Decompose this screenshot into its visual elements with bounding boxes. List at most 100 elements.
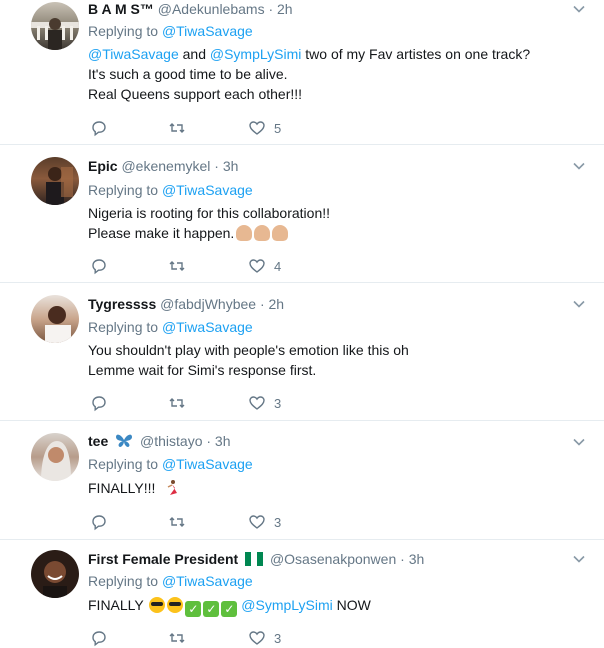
tweet-text-line: It's such a good time to be alive.: [88, 66, 288, 82]
avatar[interactable]: [31, 157, 79, 205]
avatar[interactable]: [31, 433, 79, 481]
heart-icon: [249, 396, 265, 410]
chevron-down-icon[interactable]: [572, 297, 586, 311]
avatar[interactable]: [31, 2, 79, 50]
tweet-actions: 3: [88, 393, 388, 413]
tweet-header: First Female President @Osasenakponwen ·…: [88, 550, 424, 568]
user-handle[interactable]: @Adekunlebams: [158, 1, 265, 17]
tweet-card[interactable]: First Female President @Osasenakponwen ·…: [0, 540, 604, 647]
replying-prefix: Replying to: [88, 182, 162, 198]
tweet-card[interactable]: Tygressss @fabdjWhybee · 2h Replying to …: [0, 283, 604, 421]
sunglasses-emoji: [167, 597, 184, 613]
avatar[interactable]: [31, 550, 79, 598]
reply-icon: [92, 515, 106, 531]
retweet-button[interactable]: [168, 393, 186, 413]
mention-link[interactable]: @SympLySimi: [210, 46, 302, 62]
display-name[interactable]: B A M S™: [88, 1, 154, 17]
like-button[interactable]: 3: [248, 393, 281, 413]
heart-icon: [249, 631, 265, 645]
user-handle[interactable]: @thistayo: [140, 433, 202, 449]
like-button[interactable]: 4: [248, 256, 281, 276]
avatar[interactable]: [31, 295, 79, 343]
replying-prefix: Replying to: [88, 456, 162, 472]
tweet-card[interactable]: Epic @ekenemykel · 3h Replying to @TiwaS…: [0, 145, 604, 283]
reply-button[interactable]: [90, 393, 108, 413]
timestamp[interactable]: · 2h: [260, 296, 284, 312]
check-mark-emoji: ✓: [185, 601, 202, 617]
replying-to: Replying to @TiwaSavage: [88, 318, 253, 336]
display-name[interactable]: First Female President: [88, 551, 238, 567]
reply-button[interactable]: [90, 628, 108, 648]
user-handle[interactable]: @ekenemykel: [121, 158, 210, 174]
retweet-button[interactable]: [168, 256, 186, 276]
timestamp[interactable]: · 3h: [400, 551, 424, 567]
like-count: 3: [274, 395, 282, 411]
like-button[interactable]: 5: [248, 118, 281, 138]
user-handle[interactable]: @fabdjWhybee: [160, 296, 256, 312]
tweet-card[interactable]: B A M S™ @Adekunlebams · 2h Replying to …: [0, 0, 604, 145]
reply-button[interactable]: [90, 118, 108, 138]
replying-to-link[interactable]: @TiwaSavage: [162, 573, 253, 589]
display-name[interactable]: Tygressss: [88, 296, 156, 312]
tweet-actions: 4: [88, 256, 388, 276]
folded-hands-emoji: [236, 225, 253, 241]
display-name[interactable]: Epic: [88, 158, 118, 174]
like-button[interactable]: 3: [248, 628, 281, 648]
mention-link[interactable]: @SympLySimi: [241, 597, 333, 613]
reply-icon: [92, 396, 106, 412]
retweet-button[interactable]: [168, 628, 186, 648]
tweet-header: tee @thistayo · 3h: [88, 432, 231, 450]
tweet-actions: 3: [88, 512, 388, 532]
retweet-button[interactable]: [168, 118, 186, 138]
retweet-icon: [169, 261, 185, 271]
tweet-card[interactable]: tee @thistayo · 3h Replying to @TiwaSava…: [0, 421, 604, 540]
reply-button[interactable]: [90, 256, 108, 276]
reply-icon: [92, 259, 106, 275]
like-count: 3: [274, 514, 282, 530]
tweet-header: B A M S™ @Adekunlebams · 2h: [88, 0, 293, 18]
replying-to: Replying to @TiwaSavage: [88, 455, 253, 473]
chevron-down-icon[interactable]: [572, 552, 586, 566]
sunglasses-emoji: [149, 597, 166, 613]
tweet-text-line: Real Queens support each other!!!: [88, 86, 303, 102]
replying-to-link[interactable]: @TiwaSavage: [162, 456, 253, 472]
tweet-text: @TiwaSavage and @SympLySimi two of my Fa…: [88, 44, 530, 104]
tweet-text-segment: FINALLY: [88, 597, 144, 613]
tweet-text-segment: NOW: [332, 597, 371, 613]
reply-button[interactable]: [90, 512, 108, 532]
replying-to-link[interactable]: @TiwaSavage: [162, 319, 253, 335]
mention-link[interactable]: @TiwaSavage: [88, 46, 179, 62]
tweet-text-segment: and: [178, 46, 210, 62]
display-name[interactable]: tee: [88, 433, 108, 449]
retweet-button[interactable]: [168, 512, 186, 532]
tweet-text-line: FINALLY!!!: [88, 480, 156, 496]
user-handle[interactable]: @Osasenakponwen: [270, 551, 396, 567]
timestamp[interactable]: · 2h: [268, 1, 292, 17]
like-count: 4: [274, 258, 282, 274]
replying-to: Replying to @TiwaSavage: [88, 22, 253, 40]
tweet-text-segment: two of my Fav artistes on one track?: [301, 46, 531, 62]
replying-prefix: Replying to: [88, 573, 162, 589]
replying-to-link[interactable]: @TiwaSavage: [162, 182, 253, 198]
tweet-text-line: Please make it happen.: [88, 225, 235, 241]
replying-to: Replying to @TiwaSavage: [88, 572, 253, 590]
replying-to: Replying to @TiwaSavage: [88, 181, 253, 199]
like-button[interactable]: 3: [248, 512, 281, 532]
like-count: 3: [274, 630, 282, 646]
reply-icon: [92, 631, 106, 647]
butterfly-icon: [116, 434, 133, 447]
replying-to-link[interactable]: @TiwaSavage: [162, 23, 253, 39]
check-mark-emoji: ✓: [221, 601, 238, 617]
retweet-icon: [169, 633, 185, 643]
tweet-text: FINALLY ✓ ✓ ✓ @SympLySimi NOW: [88, 595, 371, 617]
like-count: 5: [274, 120, 282, 136]
chevron-down-icon[interactable]: [572, 159, 586, 173]
tweet-header: Tygressss @fabdjWhybee · 2h: [88, 295, 284, 313]
chevron-down-icon[interactable]: [572, 2, 586, 16]
chevron-down-icon[interactable]: [572, 435, 586, 449]
tweet-text: You shouldn't play with people's emotion…: [88, 340, 409, 380]
tweet-text: Nigeria is rooting for this collaboratio…: [88, 203, 330, 243]
timestamp[interactable]: · 3h: [206, 433, 230, 449]
timestamp[interactable]: · 3h: [214, 158, 238, 174]
retweet-icon: [169, 123, 185, 133]
